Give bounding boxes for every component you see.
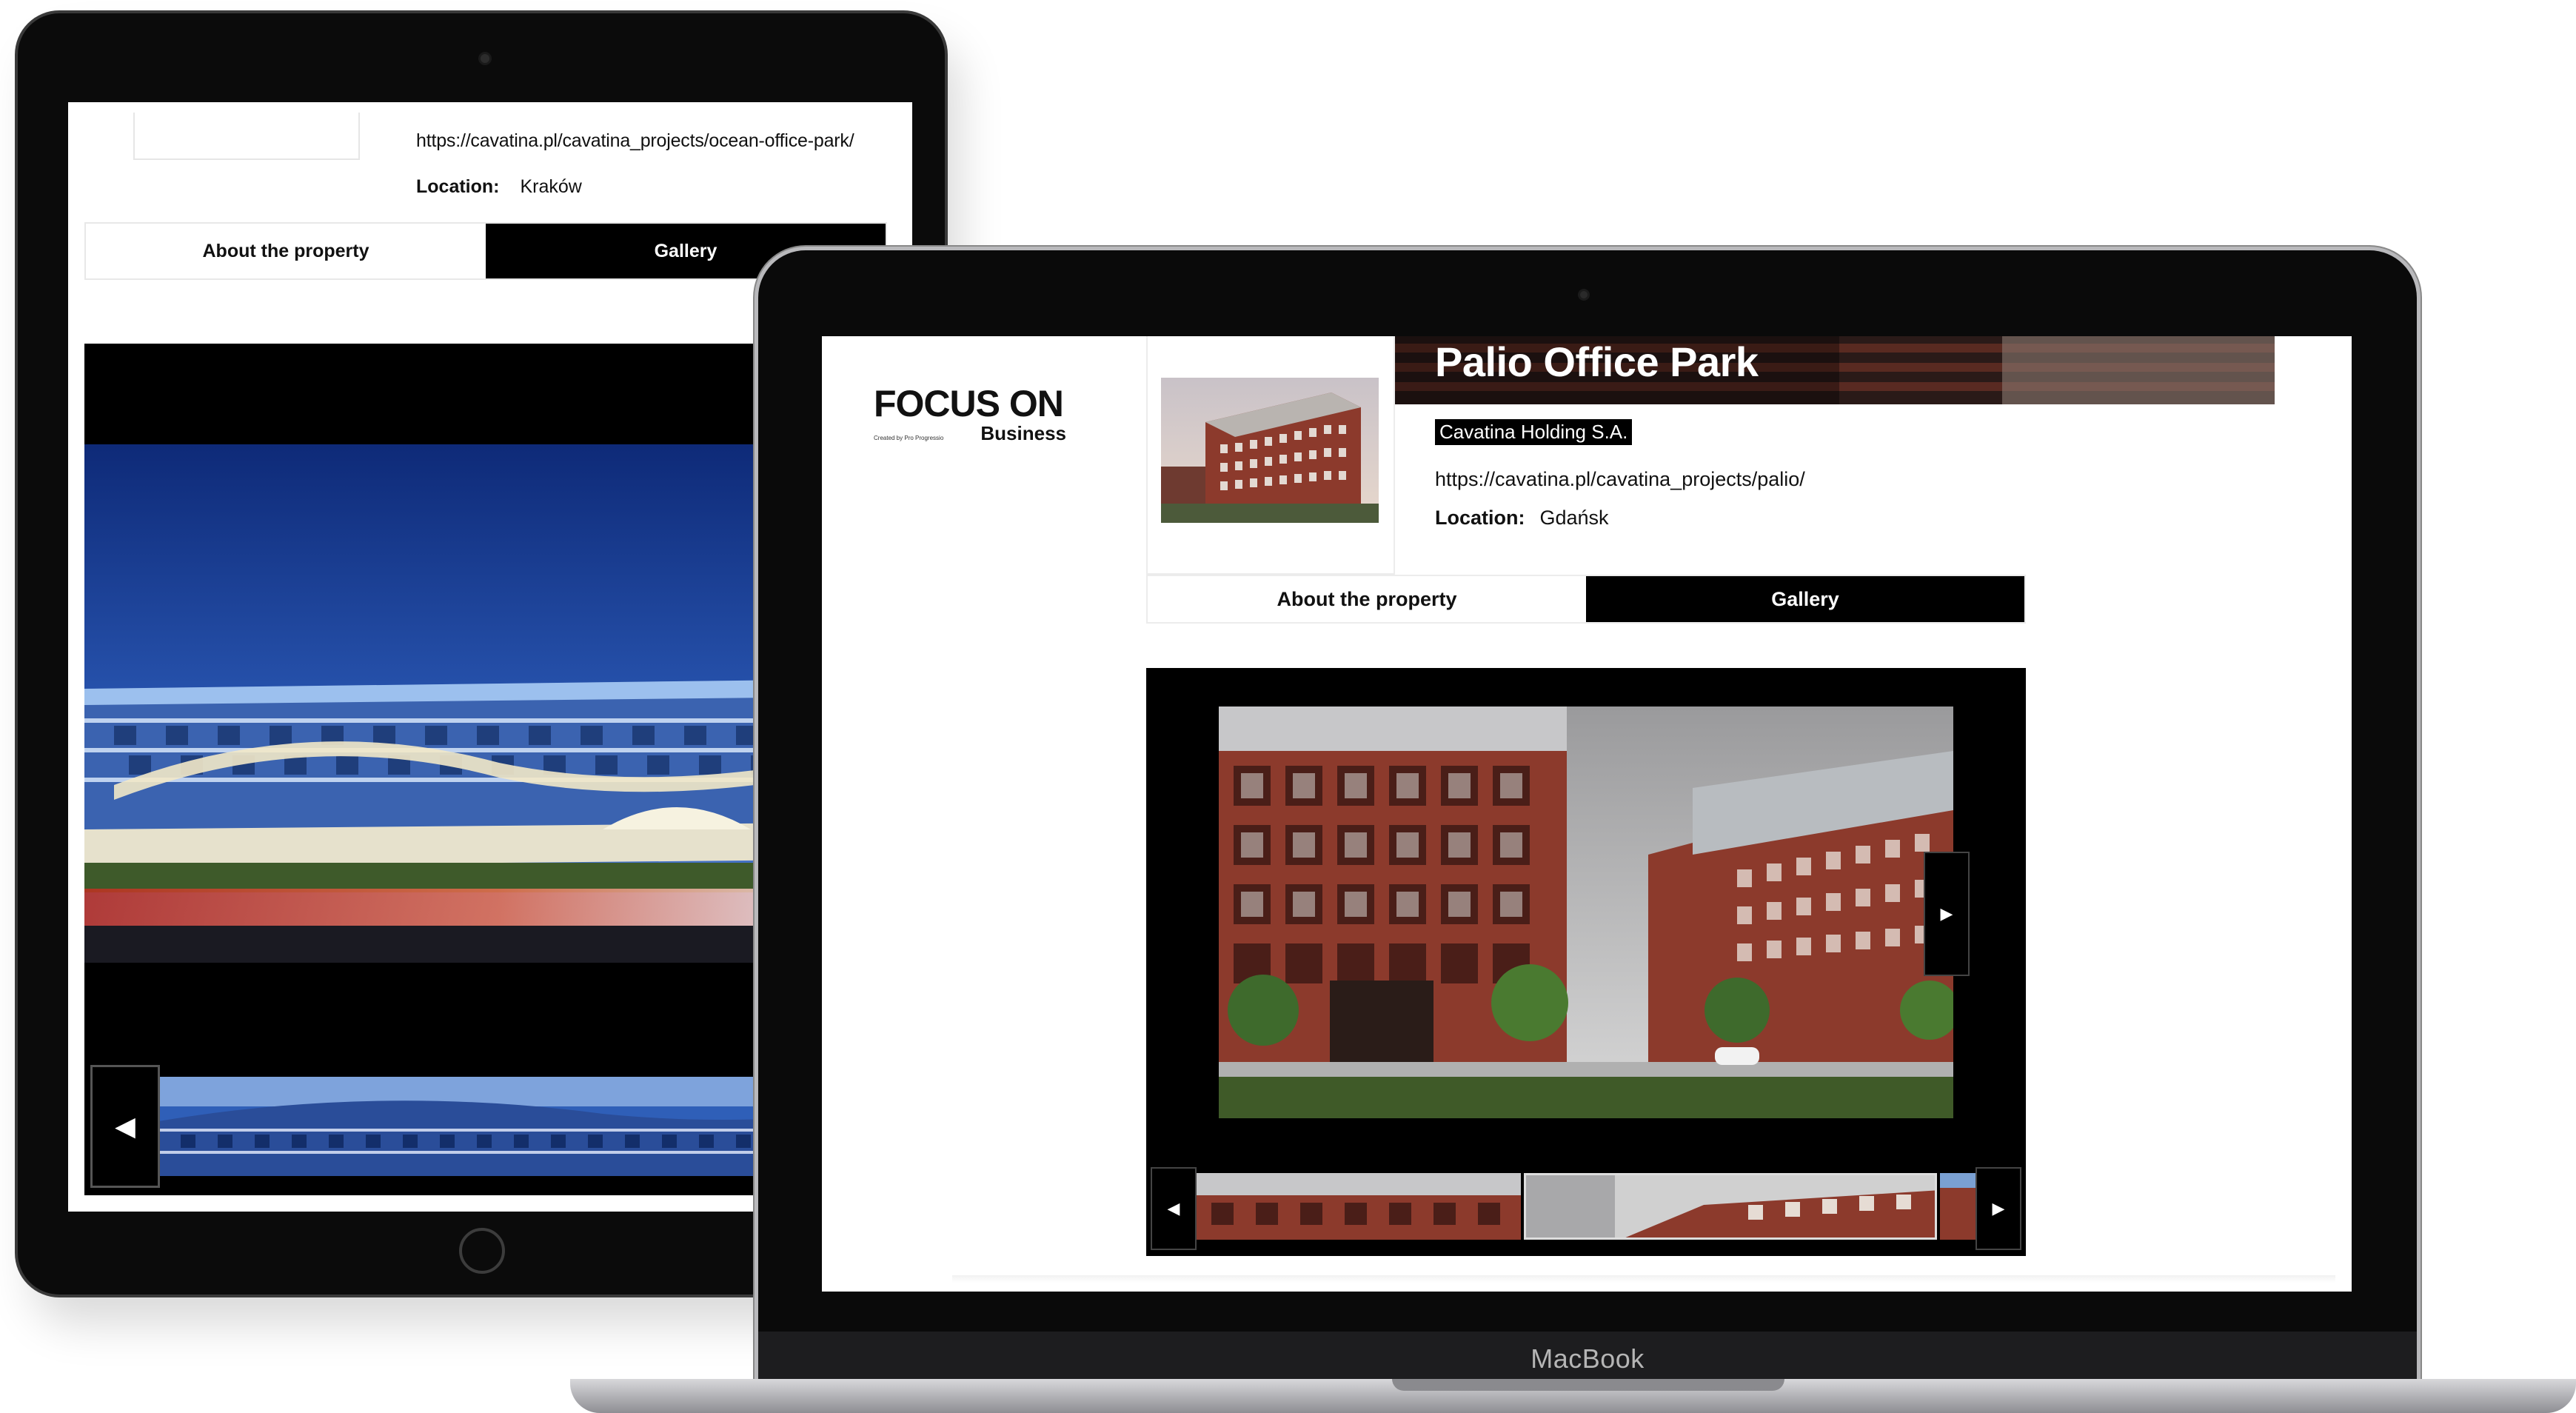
- gallery-viewer: ▶ ◀ ▶: [1146, 668, 2026, 1256]
- macbook-label: MacBook: [1530, 1343, 1645, 1374]
- focus-on-business-logo[interactable]: FOCUS ON Created by Pro Progressio Busin…: [874, 382, 1066, 445]
- gallery-thumbnail[interactable]: [1940, 1173, 1976, 1240]
- tab-about-property[interactable]: About the property: [1148, 576, 1586, 622]
- gallery-main-image: [1219, 706, 1953, 1118]
- property-location: Location: Kraków: [416, 176, 582, 198]
- gallery-thumbnail-active[interactable]: [1524, 1173, 1938, 1240]
- logo-business-text: Business: [980, 422, 1066, 444]
- location-label: Location:: [1435, 507, 1525, 529]
- property-title: Palio Office Park: [1435, 338, 1759, 385]
- tablet-camera: [478, 52, 492, 65]
- page-footer-divider: [952, 1275, 2335, 1283]
- gallery-thumbnail-strip: [1197, 1173, 1976, 1240]
- property-url[interactable]: https://cavatina.pl/cavatina_projects/pa…: [1435, 468, 1805, 491]
- property-url[interactable]: https://cavatina.pl/cavatina_projects/oc…: [416, 130, 854, 152]
- gallery-thumbnail[interactable]: [1197, 1173, 1522, 1240]
- arrow-right-icon: ▶: [1992, 1199, 2005, 1217]
- location-value: Gdańsk: [1539, 507, 1609, 529]
- thumbnail-next-button[interactable]: ▶: [1976, 1167, 2021, 1250]
- property-thumbnail-box: [1146, 336, 1395, 575]
- logo-main-text: FOCUS ON: [874, 383, 1064, 424]
- property-tabs: About the property Gallery: [1146, 575, 2026, 624]
- location-value: Kraków: [520, 176, 582, 197]
- laptop-hinge-notch: [1392, 1379, 1784, 1391]
- arrow-left-icon: ◀: [115, 1111, 136, 1141]
- property-title-banner: Palio Office Park: [1395, 336, 2275, 404]
- home-button-icon[interactable]: [459, 1228, 505, 1274]
- tab-gallery[interactable]: Gallery: [1586, 576, 2024, 622]
- gallery-prev-button[interactable]: ◀: [90, 1065, 160, 1188]
- laptop-screen: FOCUS ON Created by Pro Progressio Busin…: [822, 336, 2352, 1292]
- thumbnail-box: [133, 113, 360, 160]
- property-location: Location: Gdańsk: [1435, 507, 1609, 530]
- arrow-right-icon: ▶: [1940, 904, 1953, 923]
- laptop-device: FOCUS ON Created by Pro Progressio Busin…: [758, 250, 2417, 1383]
- property-thumbnail-image[interactable]: [1161, 378, 1379, 523]
- tab-about-property[interactable]: About the property: [86, 224, 486, 278]
- thumbnail-prev-button[interactable]: ◀: [1151, 1167, 1197, 1250]
- company-badge[interactable]: Cavatina Holding S.A.: [1435, 419, 1633, 445]
- location-label: Location:: [416, 176, 500, 197]
- gallery-next-button[interactable]: ▶: [1924, 852, 1970, 976]
- laptop-camera: [1578, 289, 1590, 301]
- logo-small-text: Created by Pro Progressio: [874, 435, 944, 441]
- logo-subline: Created by Pro Progressio Business: [874, 422, 1066, 445]
- arrow-left-icon: ◀: [1167, 1199, 1180, 1217]
- device-mockup-scene: https://cavatina.pl/cavatina_projects/oc…: [0, 0, 2576, 1413]
